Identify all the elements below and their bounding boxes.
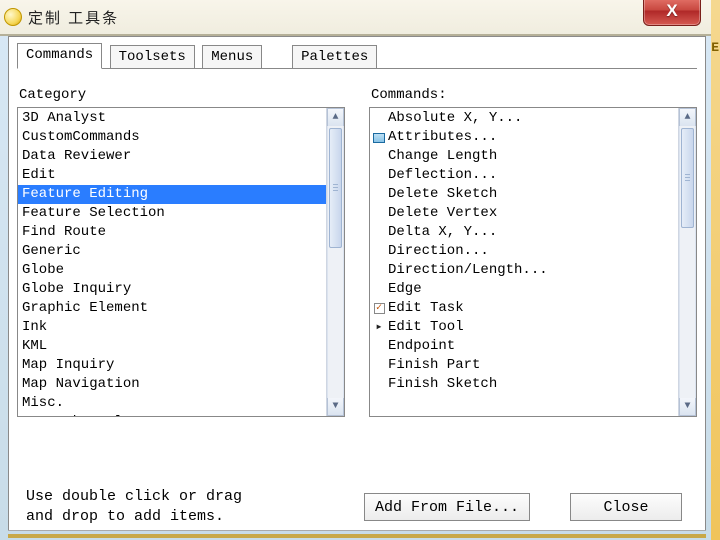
tabs-row: Commands Toolsets Menus Palettes xyxy=(17,43,697,69)
scroll-track[interactable] xyxy=(327,126,344,398)
category-listbox[interactable]: 3D AnalystCustomCommandsData ReviewerEdi… xyxy=(17,107,345,417)
tab-commands[interactable]: Commands xyxy=(17,43,102,69)
scroll-down-button[interactable]: ▼ xyxy=(679,398,696,416)
category-scrollbar[interactable]: ▲ ▼ xyxy=(326,108,344,416)
category-item[interactable]: KML xyxy=(18,337,326,356)
category-item[interactable]: Network Analyst xyxy=(18,413,326,416)
command-item[interactable]: Endpoint xyxy=(370,337,678,356)
hint-text: Use double click or drag and drop to add… xyxy=(8,487,298,527)
command-item[interactable]: Delete Vertex xyxy=(370,204,678,223)
command-item[interactable]: Finish Sketch xyxy=(370,375,678,394)
category-item[interactable]: Ink xyxy=(18,318,326,337)
close-button[interactable]: Close xyxy=(570,493,682,521)
category-item[interactable]: Graphic Element xyxy=(18,299,326,318)
close-icon: X xyxy=(666,1,677,21)
dialog-body: Commands Toolsets Menus Palettes Categor… xyxy=(8,36,706,530)
category-item[interactable]: Misc. xyxy=(18,394,326,413)
commands-label: Commands: xyxy=(369,87,697,103)
category-item[interactable]: Feature Selection xyxy=(18,204,326,223)
scroll-up-button[interactable]: ▲ xyxy=(327,108,344,126)
command-item[interactable]: Edge xyxy=(370,280,678,299)
command-item[interactable]: Deflection... xyxy=(370,166,678,185)
pointer-icon: ▸ xyxy=(370,318,388,337)
tab-menus[interactable]: Menus xyxy=(202,45,262,69)
scroll-down-button[interactable]: ▼ xyxy=(327,398,344,416)
footer-border xyxy=(8,530,706,538)
command-label: Endpoint xyxy=(388,337,455,356)
command-label: Absolute X, Y... xyxy=(388,109,522,128)
commands-listbox[interactable]: Absolute X, Y...Attributes...Change Leng… xyxy=(369,107,697,417)
command-label: Delete Sketch xyxy=(388,185,497,204)
category-item[interactable]: Feature Editing xyxy=(18,185,326,204)
command-label: Delete Vertex xyxy=(388,204,497,223)
command-item[interactable]: ✓Edit Task xyxy=(370,299,678,318)
scroll-thumb[interactable] xyxy=(329,128,342,248)
command-label: Delta X, Y... xyxy=(388,223,497,242)
command-item[interactable]: Absolute X, Y... xyxy=(370,109,678,128)
add-from-file-button[interactable]: Add From File... xyxy=(364,493,530,521)
command-label: Edit Task xyxy=(388,299,464,318)
window-title: 定制 工具条 xyxy=(28,7,119,28)
commands-scrollbar[interactable]: ▲ ▼ xyxy=(678,108,696,416)
tab-palettes[interactable]: Palettes xyxy=(292,45,377,69)
commands-column: Commands: Absolute X, Y...Attributes...C… xyxy=(369,87,697,417)
category-item[interactable]: Map Inquiry xyxy=(18,356,326,375)
category-item[interactable]: CustomCommands xyxy=(18,128,326,147)
scroll-track[interactable] xyxy=(679,126,696,398)
hint-line-2: and drop to add items. xyxy=(26,507,298,527)
category-item[interactable]: Globe Inquiry xyxy=(18,280,326,299)
command-item[interactable]: Change Length xyxy=(370,147,678,166)
close-window-button[interactable]: X xyxy=(643,0,701,26)
command-label: Attributes... xyxy=(388,128,497,147)
category-item[interactable]: Find Route xyxy=(18,223,326,242)
category-item[interactable]: Edit xyxy=(18,166,326,185)
command-item[interactable]: Direction/Length... xyxy=(370,261,678,280)
command-label: Change Length xyxy=(388,147,497,166)
scroll-thumb[interactable] xyxy=(681,128,694,228)
command-label: Direction/Length... xyxy=(388,261,548,280)
parent-window-glyph: E xyxy=(711,40,719,55)
category-item[interactable]: 3D Analyst xyxy=(18,109,326,128)
command-label: Edge xyxy=(388,280,422,299)
app-icon xyxy=(4,8,22,26)
dialog-footer: Use double click or drag and drop to add… xyxy=(8,476,706,538)
category-item[interactable]: Generic xyxy=(18,242,326,261)
category-item[interactable]: Globe xyxy=(18,261,326,280)
command-item[interactable]: Direction... xyxy=(370,242,678,261)
command-label: Edit Tool xyxy=(388,318,464,337)
category-item[interactable]: Data Reviewer xyxy=(18,147,326,166)
titlebar: 定制 工具条 X xyxy=(0,0,711,36)
command-label: Finish Part xyxy=(388,356,480,375)
parent-window-edge xyxy=(711,0,720,540)
scroll-up-button[interactable]: ▲ xyxy=(679,108,696,126)
command-item[interactable]: ▸Edit Tool xyxy=(370,318,678,337)
command-item[interactable]: Delta X, Y... xyxy=(370,223,678,242)
checkbox-icon: ✓ xyxy=(370,303,388,314)
category-column: Category 3D AnalystCustomCommandsData Re… xyxy=(17,87,345,417)
hint-line-1: Use double click or drag xyxy=(26,487,298,507)
command-label: Finish Sketch xyxy=(388,375,497,394)
command-item[interactable]: Attributes... xyxy=(370,128,678,147)
command-label: Direction... xyxy=(388,242,489,261)
category-label: Category xyxy=(17,87,345,103)
attributes-icon xyxy=(370,133,388,143)
command-label: Deflection... xyxy=(388,166,497,185)
command-item[interactable]: Delete Sketch xyxy=(370,185,678,204)
tab-toolsets[interactable]: Toolsets xyxy=(110,45,195,69)
category-item[interactable]: Map Navigation xyxy=(18,375,326,394)
command-item[interactable]: Finish Part xyxy=(370,356,678,375)
